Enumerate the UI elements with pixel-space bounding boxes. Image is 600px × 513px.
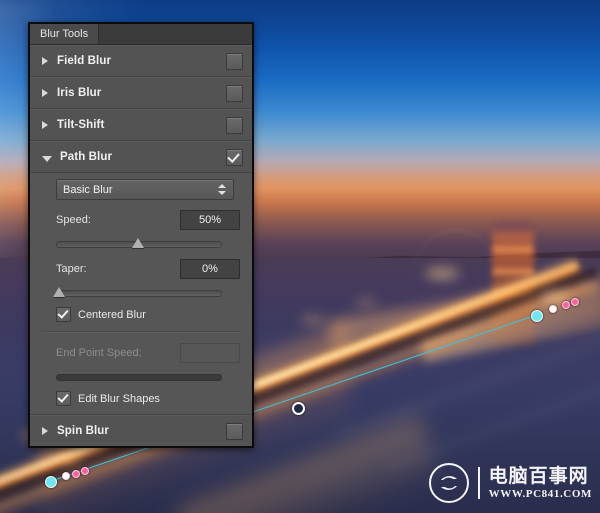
site-name: 电脑百事网 (488, 464, 589, 487)
speed-input[interactable]: 50% (180, 210, 240, 230)
site-logo-icon (428, 463, 469, 503)
disclosure-triangle-right-icon[interactable] (42, 121, 48, 129)
path-blur-body: Basic Blur Speed: 50% Taper: 0% Centered… (30, 173, 252, 415)
edit-blur-shapes-checkbox[interactable] (56, 391, 71, 406)
edit-blur-shapes-row[interactable]: Edit Blur Shapes (56, 391, 240, 406)
section-header-spin-blur[interactable]: Spin Blur (30, 415, 252, 446)
section-title: Tilt-Shift (57, 119, 105, 131)
tab-label: Blur Tools (40, 28, 89, 40)
tab-blur-tools[interactable]: Blur Tools (30, 24, 100, 44)
tab-bar-filler (99, 24, 252, 44)
bokeh-light (300, 315, 326, 325)
section-title: Field Blur (57, 55, 112, 67)
taper-row: Taper: 0% (56, 259, 240, 279)
centered-blur-checkbox[interactable] (56, 307, 71, 322)
blur-tools-panel[interactable]: Blur Tools Field Blur Iris Blur Tilt-Shi… (28, 22, 254, 448)
taper-slider-track[interactable] (56, 290, 222, 297)
speed-label: Speed: (56, 214, 91, 226)
section-header-tilt-shift[interactable]: Tilt-Shift (30, 109, 252, 141)
taper-slider[interactable] (53, 286, 222, 298)
section-checkbox-spin-blur[interactable] (226, 422, 243, 440)
section-header-path-blur[interactable]: Path Blur (30, 141, 252, 173)
section-title: Iris Blur (57, 87, 102, 99)
watermark-text: 电脑百事网 WWW.PC841.COM (488, 464, 592, 500)
end-point-speed-label: End Point Speed: (56, 347, 142, 359)
speed-slider-thumb[interactable] (132, 238, 144, 248)
disclosure-triangle-down-icon[interactable] (42, 155, 52, 162)
stepper-arrows-icon[interactable] (218, 183, 227, 196)
taper-input[interactable]: 0% (180, 259, 240, 279)
panel-tab-bar: Blur Tools (30, 24, 252, 45)
bokeh-light (60, 452, 78, 464)
section-checkbox-field-blur[interactable] (226, 52, 243, 70)
end-point-speed-row: End Point Speed: (56, 343, 240, 363)
centered-blur-row[interactable]: Centered Blur (56, 307, 240, 322)
watermark-divider (477, 467, 480, 499)
centered-blur-label: Centered Blur (78, 308, 146, 321)
speed-row: Speed: 50% (56, 210, 240, 230)
site-url: WWW.PC841.COM (488, 487, 592, 500)
speed-slider[interactable] (56, 237, 222, 249)
edit-blur-shapes-label: Edit Blur Shapes (78, 392, 160, 405)
blur-mode-select[interactable]: Basic Blur (56, 179, 234, 200)
taper-label: Taper: (56, 263, 87, 275)
bokeh-light (540, 292, 570, 304)
end-point-speed-input (180, 343, 240, 363)
taper-slider-thumb[interactable] (53, 287, 65, 297)
disclosure-triangle-right-icon[interactable] (42, 89, 48, 97)
section-checkbox-iris-blur[interactable] (226, 84, 243, 102)
section-checkbox-path-blur[interactable] (226, 148, 243, 166)
end-point-speed-slider (56, 370, 222, 382)
settings-divider (42, 331, 240, 333)
section-checkbox-tilt-shift[interactable] (226, 116, 243, 134)
disclosure-triangle-right-icon[interactable] (42, 427, 48, 435)
bokeh-light (355, 298, 377, 307)
section-header-iris-blur[interactable]: Iris Blur (30, 77, 252, 109)
screenshot-root: Blur Tools Field Blur Iris Blur Tilt-Shi… (0, 0, 600, 513)
watermark: 电脑百事网 WWW.PC841.COM (428, 463, 592, 503)
section-title: Path Blur (60, 151, 113, 163)
bridge-tower-band (493, 246, 533, 253)
section-header-field-blur[interactable]: Field Blur (30, 45, 252, 77)
section-title: Spin Blur (57, 425, 110, 437)
blur-mode-value: Basic Blur (63, 183, 113, 196)
end-point-speed-slider-track (56, 374, 222, 381)
disclosure-triangle-right-icon[interactable] (42, 57, 48, 65)
bokeh-light (425, 268, 459, 279)
